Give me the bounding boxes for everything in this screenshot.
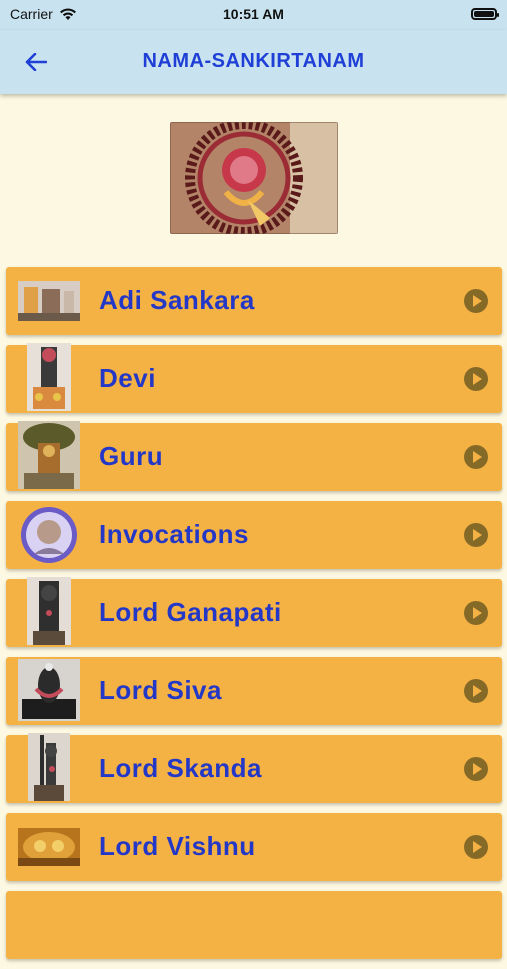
guru-thumbnail: [18, 421, 80, 489]
list-item-guru[interactable]: Guru: [6, 421, 502, 491]
list-item-label: Lord Ganapati: [99, 597, 282, 627]
play-icon[interactable]: [464, 289, 488, 313]
devi-thumbnail: [18, 343, 80, 411]
play-icon[interactable]: [464, 367, 488, 391]
page-title: NAMA-SANKIRTANAM: [142, 50, 365, 72]
list-item-lord-siva[interactable]: Lord Siva: [6, 657, 502, 725]
adi-sankara-thumbnail: [18, 271, 80, 331]
play-icon[interactable]: [464, 445, 488, 469]
status-bar: Carrier 10:51 AM: [0, 0, 507, 30]
list-item-label: Lord Vishnu: [99, 831, 256, 861]
category-list: Adi Sankara Devi Guru Invocations Lord G…: [6, 267, 502, 969]
list-item-lord-ganapati[interactable]: Lord Ganapati: [6, 577, 502, 647]
list-item-devi[interactable]: Devi: [6, 343, 502, 413]
list-item-partial[interactable]: [6, 891, 502, 959]
list-item-label: Devi: [99, 363, 156, 393]
list-item-lord-vishnu[interactable]: Lord Vishnu: [6, 813, 502, 881]
status-time: 10:51 AM: [223, 6, 284, 22]
play-icon[interactable]: [464, 523, 488, 547]
lord-ganapati-thumbnail: [18, 577, 80, 645]
list-item-label: Adi Sankara: [99, 285, 255, 315]
list-item-adi-sankara[interactable]: Adi Sankara: [6, 267, 502, 335]
list-item-lord-skanda[interactable]: Lord Skanda: [6, 733, 502, 803]
play-icon[interactable]: [464, 757, 488, 781]
list-item-label: Guru: [99, 441, 164, 471]
list-item-label: Invocations: [99, 519, 249, 549]
list-item-label: Lord Siva: [99, 675, 222, 705]
lord-skanda-thumbnail: [18, 733, 80, 801]
battery-icon: [471, 8, 499, 20]
navigation-bar: NAMA-SANKIRTANAM: [0, 30, 507, 94]
play-icon[interactable]: [464, 601, 488, 625]
lord-siva-thumbnail: [18, 659, 80, 721]
hero-image: [170, 122, 338, 234]
list-item-label: Lord Skanda: [99, 753, 262, 783]
list-item-invocations[interactable]: Invocations: [6, 501, 502, 569]
play-icon[interactable]: [464, 679, 488, 703]
play-icon[interactable]: [464, 835, 488, 859]
invocations-thumbnail: [18, 505, 80, 565]
lord-vishnu-thumbnail: [18, 817, 80, 877]
